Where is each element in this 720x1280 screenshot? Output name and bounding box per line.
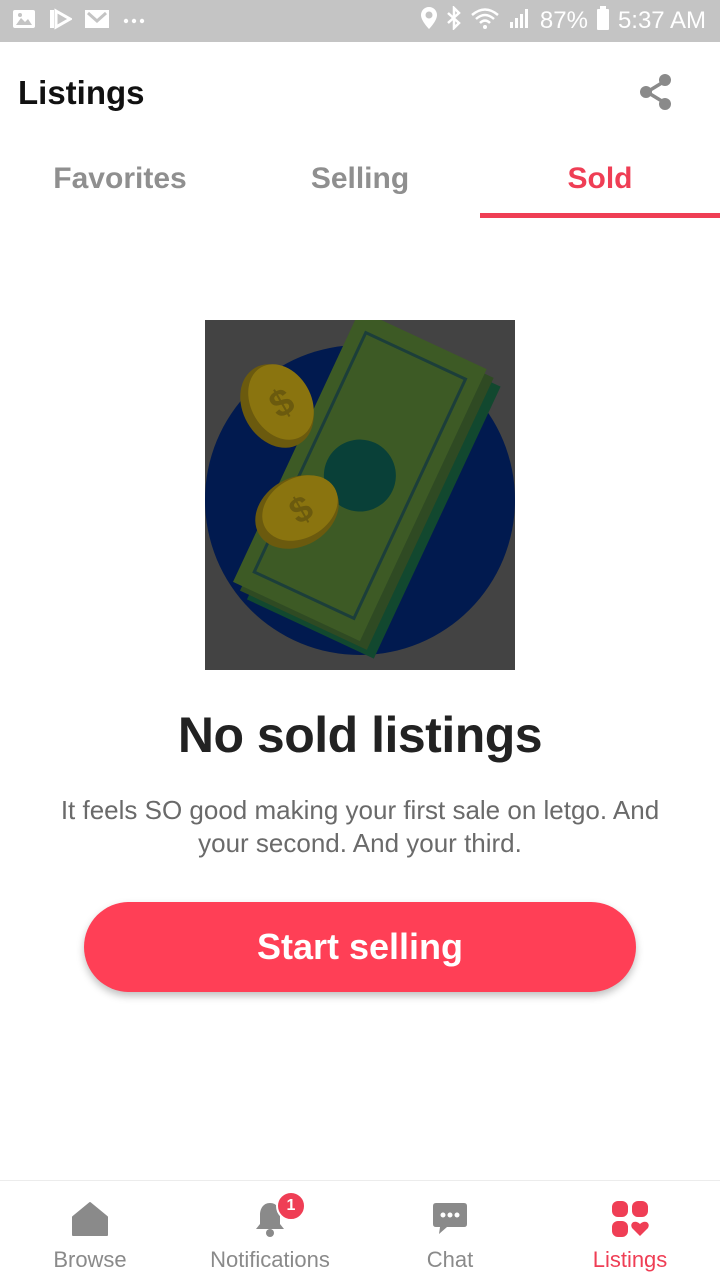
nav-notifications-label: Notifications: [210, 1247, 330, 1272]
tab-selling-label: Selling: [310, 162, 410, 195]
empty-state-title: No sold listings: [177, 707, 543, 763]
signal-icon: [508, 6, 532, 37]
nav-listings-label: Listings: [592, 1247, 668, 1272]
image-icon: [12, 8, 36, 35]
tab-favorites-label: Favorites: [53, 162, 187, 195]
bluetooth-icon: [446, 4, 462, 37]
status-left-icons: [12, 8, 146, 35]
home-icon: [70, 1199, 110, 1239]
tab-sold[interactable]: Sold: [480, 142, 720, 218]
app-header: Listings: [0, 42, 720, 142]
status-bar: 87% 5:37 AM: [0, 0, 720, 42]
status-right: 87% 5:37 AM: [420, 0, 706, 42]
battery-icon: [596, 5, 610, 38]
nav-chat-label: Chat: [426, 1247, 474, 1272]
nav-browse[interactable]: Browse: [0, 1181, 180, 1280]
location-icon: [420, 6, 438, 37]
tab-favorites[interactable]: Favorites: [0, 142, 240, 218]
tab-selling[interactable]: Selling: [240, 142, 480, 218]
nav-chat[interactable]: Chat: [360, 1181, 540, 1280]
bottom-navigation: Browse 1 Notifications Chat Listings: [0, 1180, 720, 1280]
clock-time: 5:37 AM: [617, 7, 706, 34]
page-title: Listings: [18, 74, 145, 111]
empty-state-message: It feels SO good making your first sale …: [60, 795, 660, 858]
nav-listings[interactable]: Listings: [540, 1181, 720, 1280]
listings-grid-icon: [610, 1199, 650, 1239]
start-selling-button[interactable]: Start selling: [84, 902, 636, 992]
share-button[interactable]: [632, 70, 680, 118]
play-store-icon: [48, 8, 74, 35]
notification-badge: 1: [276, 1191, 306, 1221]
nav-notifications[interactable]: 1 Notifications: [180, 1181, 360, 1280]
chat-icon: [430, 1199, 470, 1239]
tab-sold-label: Sold: [567, 162, 633, 195]
listing-tabs: Favorites Selling Sold: [0, 142, 720, 218]
gmail-icon: [84, 8, 110, 35]
share-icon: [639, 73, 673, 116]
more-dots-icon: [122, 8, 146, 35]
money-illustration: $ $: [205, 320, 515, 670]
wifi-icon: [470, 6, 500, 37]
nav-browse-label: Browse: [53, 1247, 127, 1272]
battery-percent: 87%: [539, 7, 588, 34]
